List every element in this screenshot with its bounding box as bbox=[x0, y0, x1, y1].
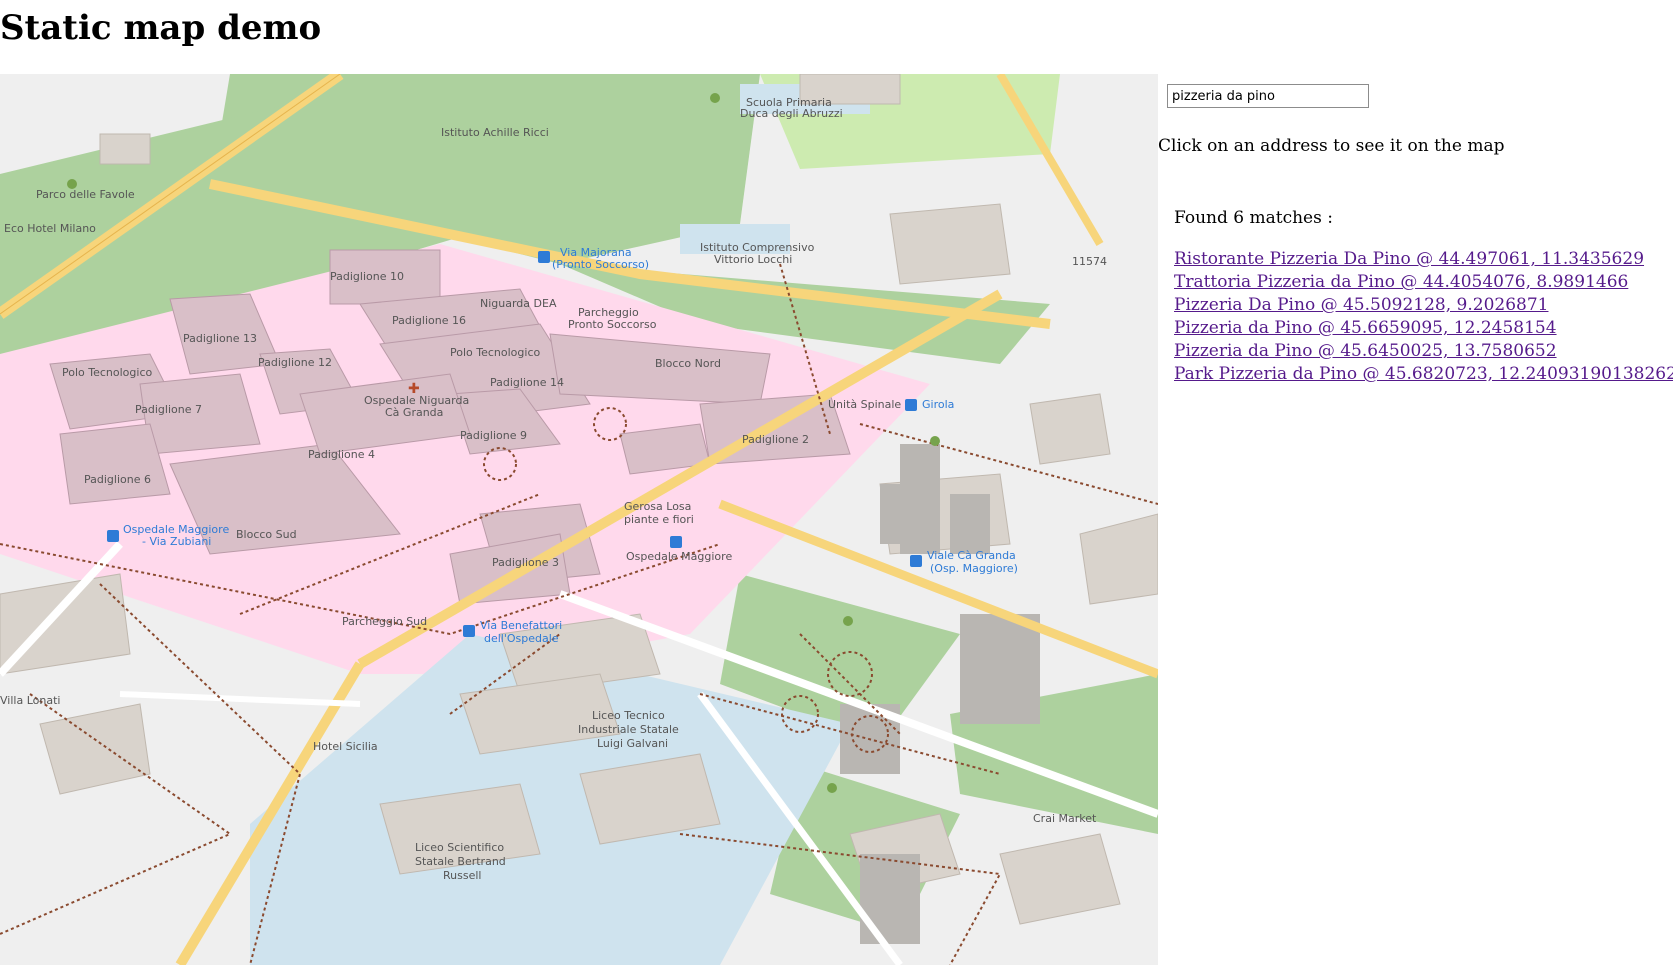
label-liceo-scientifico-2: Statale Bertrand bbox=[415, 855, 506, 868]
list-item: Pizzeria Da Pino @ 45.5092128, 9.2026871 bbox=[1174, 294, 1673, 317]
map-view[interactable]: ✚ Padiglione 10 Niguarda DEA Padiglione … bbox=[0, 74, 1158, 965]
label-blocco-nord: Blocco Nord bbox=[655, 357, 721, 370]
label-niguarda-dea: Niguarda DEA bbox=[480, 297, 557, 310]
label-liceo-tecnico-2: Industriale Statale bbox=[578, 723, 679, 736]
label-piante-e-fiori: piante e fiori bbox=[624, 513, 694, 526]
label-liceo-tecnico-3: Luigi Galvani bbox=[597, 737, 668, 750]
label-stop-osp-maggiore: (Osp. Maggiore) bbox=[930, 562, 1018, 575]
label-stop-via-benefattori: Via Benefattori bbox=[480, 619, 562, 632]
label-padiglione-16: Padiglione 16 bbox=[392, 314, 466, 327]
instruction-text: Click on an address to see it on the map bbox=[1158, 136, 1505, 156]
label-liceo-tecnico: Liceo Tecnico bbox=[592, 709, 665, 722]
label-polo-tecnologico-west: Polo Tecnologico bbox=[62, 366, 152, 379]
list-item: Pizzeria da Pino @ 45.6450025, 13.758065… bbox=[1174, 340, 1673, 363]
label-blocco-sud: Blocco Sud bbox=[236, 528, 297, 541]
label-achille-ricci: Istituto Achille Ricci bbox=[441, 126, 549, 139]
page-title: Static map demo bbox=[0, 8, 322, 48]
label-padiglione-9: Padiglione 9 bbox=[460, 429, 527, 442]
result-link[interactable]: Pizzeria Da Pino @ 45.5092128, 9.2026871 bbox=[1174, 295, 1548, 315]
label-ospedale-maggiore: Ospedale Maggiore bbox=[626, 550, 732, 563]
list-item: Pizzeria da Pino @ 45.6659095, 12.245815… bbox=[1174, 317, 1673, 340]
label-unita-spinale: Unità Spinale bbox=[828, 398, 901, 411]
label-liceo-scientifico: Liceo Scientifico bbox=[415, 841, 504, 854]
list-item: Park Pizzeria da Pino @ 45.6820723, 12.2… bbox=[1174, 363, 1673, 386]
label-padiglione-4: Padiglione 4 bbox=[308, 448, 375, 461]
label-stop-via-zubiani: - Via Zubiani bbox=[142, 535, 211, 548]
label-hotel-sicilia: Hotel Sicilia bbox=[313, 740, 378, 753]
result-link[interactable]: Trattoria Pizzeria da Pino @ 44.4054076,… bbox=[1174, 272, 1628, 292]
label-pronto-soccorso: Pronto Soccorso bbox=[568, 318, 657, 331]
result-link[interactable]: Ristorante Pizzeria Da Pino @ 44.497061,… bbox=[1174, 249, 1644, 269]
label-duca-abruzzi: Duca degli Abruzzi bbox=[740, 107, 843, 120]
label-road-11574: 11574 bbox=[1072, 255, 1107, 268]
map-canvas[interactable]: ✚ Padiglione 10 Niguarda DEA Padiglione … bbox=[0, 74, 1158, 965]
label-padiglione-7: Padiglione 7 bbox=[135, 403, 202, 416]
label-liceo-scientifico-3: Russell bbox=[443, 869, 481, 882]
label-padiglione-12: Padiglione 12 bbox=[258, 356, 332, 369]
label-padiglione-6: Padiglione 6 bbox=[84, 473, 151, 486]
label-padiglione-14: Padiglione 14 bbox=[490, 376, 564, 389]
label-padiglione-13: Padiglione 13 bbox=[183, 332, 257, 345]
label-padiglione-2: Padiglione 2 bbox=[742, 433, 809, 446]
label-stop-girola: Girola bbox=[922, 398, 954, 411]
label-stop-viale-ca-granda: Viale Cà Granda bbox=[927, 549, 1016, 562]
label-villa-lonati: Villa Lonati bbox=[0, 694, 60, 707]
results-list: Ristorante Pizzeria Da Pino @ 44.497061,… bbox=[1174, 248, 1673, 386]
label-eco-hotel: Eco Hotel Milano bbox=[4, 222, 96, 235]
label-crai-market: Crai Market bbox=[1033, 812, 1097, 825]
label-ca-granda: Cà Granda bbox=[385, 406, 443, 419]
label-padiglione-10: Padiglione 10 bbox=[330, 270, 404, 283]
label-parcheggio-sud: Parcheggio Sud bbox=[342, 615, 427, 628]
label-stop-dell-ospedale: dell'Ospedale bbox=[484, 632, 559, 645]
label-parco-delle-favole: Parco delle Favole bbox=[36, 188, 135, 201]
label-padiglione-3: Padiglione 3 bbox=[492, 556, 559, 569]
list-item: Trattoria Pizzeria da Pino @ 44.4054076,… bbox=[1174, 271, 1673, 294]
results-summary: Found 6 matches : bbox=[1174, 208, 1333, 228]
list-item: Ristorante Pizzeria Da Pino @ 44.497061,… bbox=[1174, 248, 1673, 271]
result-link[interactable]: Pizzeria da Pino @ 45.6659095, 12.245815… bbox=[1174, 318, 1557, 338]
search-input[interactable] bbox=[1167, 84, 1369, 108]
label-stop-pronto-soccorso: (Pronto Soccorso) bbox=[552, 258, 649, 271]
result-link[interactable]: Park Pizzeria da Pino @ 45.6820723, 12.2… bbox=[1174, 364, 1673, 384]
label-gerosa-losa: Gerosa Losa bbox=[624, 500, 691, 513]
label-polo-tecnologico: Polo Tecnologico bbox=[450, 346, 540, 359]
label-vittorio-locchi: Vittorio Locchi bbox=[714, 253, 792, 266]
result-link[interactable]: Pizzeria da Pino @ 45.6450025, 13.758065… bbox=[1174, 341, 1557, 361]
